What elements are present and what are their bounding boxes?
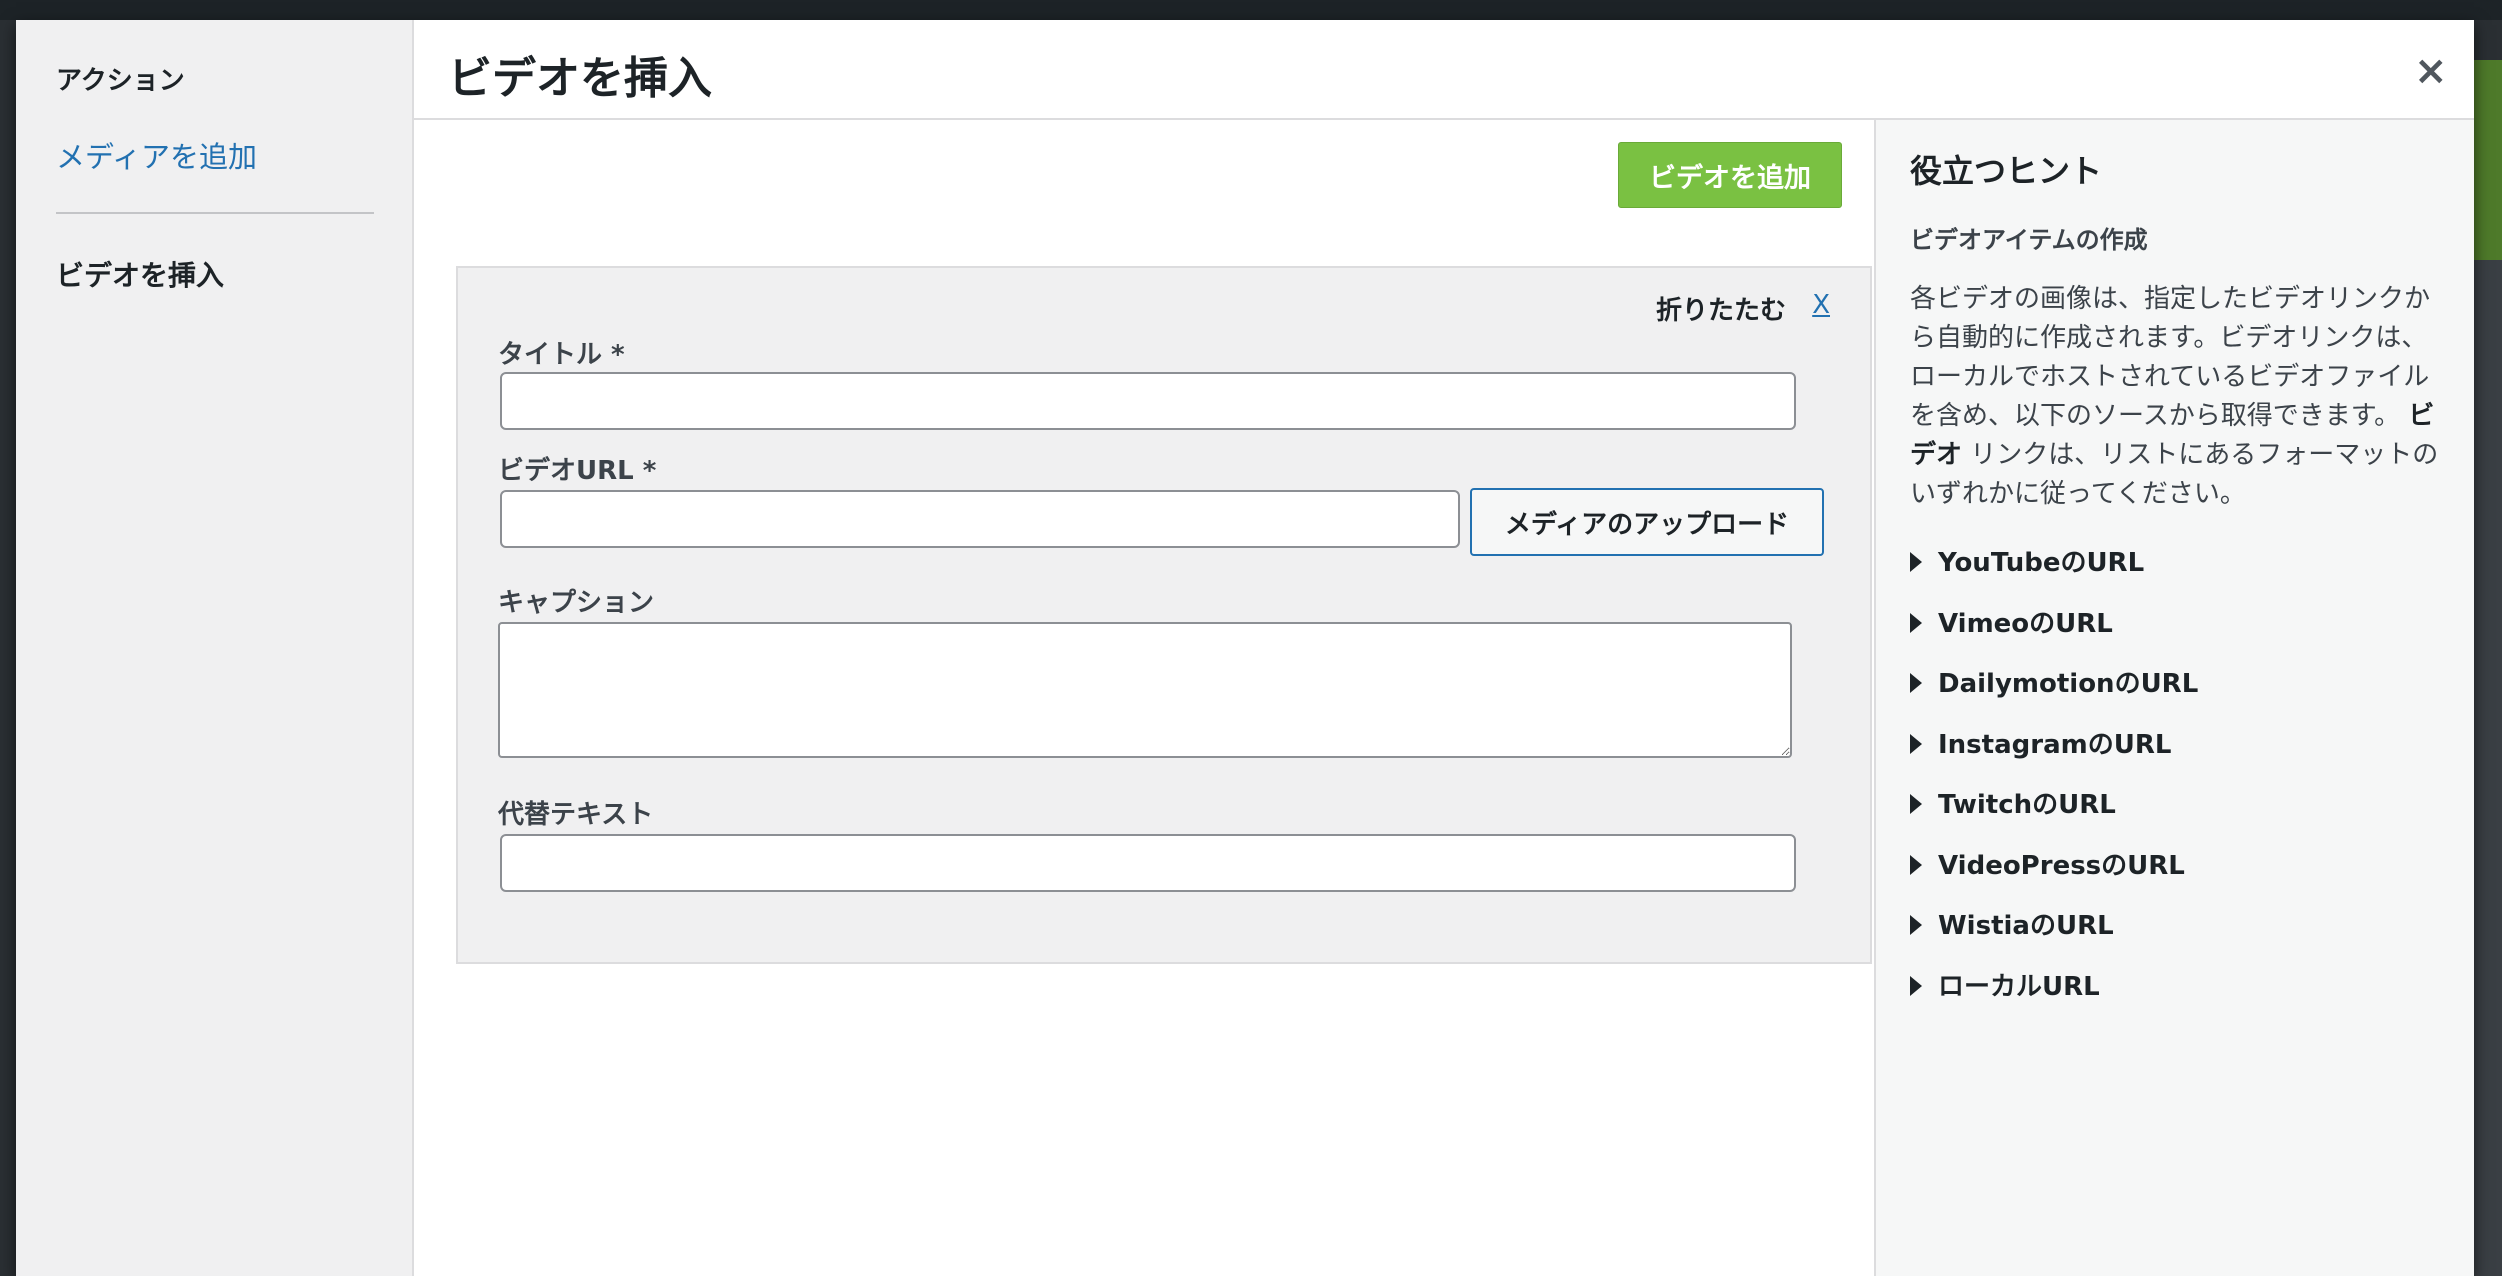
triangle-right-icon xyxy=(1910,673,1922,693)
admin-bar xyxy=(0,0,2502,20)
add-video-button[interactable]: ビデオを追加 xyxy=(1618,142,1842,208)
hints-description: 各ビデオの画像は、指定したビデオリンクから自動的に作成されます。ビデオリンクは、… xyxy=(1910,280,2440,514)
hint-item-label: TwitchのURL xyxy=(1938,790,2116,820)
insert-video-modal: アクション メディアを追加 ビデオを挿入 ビデオを挿入 × ビデオを追加 折りた… xyxy=(16,20,2474,1276)
menu-separator xyxy=(56,212,374,214)
close-icon[interactable]: × xyxy=(2408,48,2452,93)
hints-text-part2: リンクは、リストにあるフォーマットのいずれかに従ってください。 xyxy=(1910,440,2439,509)
triangle-right-icon xyxy=(1910,733,1922,754)
insert-video-menu-item[interactable]: ビデオを挿入 xyxy=(56,254,224,294)
hint-item-wistia[interactable]: WistiaのURL xyxy=(1910,905,2198,966)
alt-text-input[interactable] xyxy=(500,834,1796,892)
modal-sidebar: アクション メディアを追加 ビデオを挿入 xyxy=(16,20,414,1276)
upload-media-button[interactable]: メディアのアップロード xyxy=(1470,488,1824,556)
hint-item-label: VideoPressのURL xyxy=(1938,850,2185,881)
hint-item-videopress[interactable]: VideoPressのURL xyxy=(1910,845,2198,906)
triangle-right-icon xyxy=(1910,552,1922,572)
hints-subtitle: ビデオアイテムの作成 xyxy=(1910,226,2148,254)
url-format-list: YouTubeのURL VimeoのURL DailymotionのURL In… xyxy=(1910,542,2198,1026)
hints-sidebar: 役立つヒント ビデオアイテムの作成 各ビデオの画像は、指定したビデオリンクから自… xyxy=(1874,120,2474,1276)
add-media-link[interactable]: メディアを追加 xyxy=(56,134,257,176)
title-label: タイトル * xyxy=(498,340,625,370)
hint-item-local[interactable]: ローカルURL xyxy=(1910,966,2198,1027)
caption-label: キャプション xyxy=(498,588,655,618)
triangle-right-icon xyxy=(1910,612,1922,633)
modal-title: ビデオを挿入 xyxy=(448,53,712,104)
hints-text-part1: 各ビデオの画像は、指定したビデオリンクから自動的に作成されます。ビデオリンクは、… xyxy=(1910,284,2431,431)
triangle-right-icon xyxy=(1910,794,1922,814)
hint-item-twitch[interactable]: TwitchのURL xyxy=(1910,784,2198,845)
hint-item-label: WistiaのURL xyxy=(1938,911,2114,941)
hint-item-label: DailymotionのURL xyxy=(1938,669,2199,699)
background-accent xyxy=(2474,60,2502,260)
hints-title: 役立つヒント xyxy=(1910,152,2103,190)
background-panel xyxy=(2474,260,2502,1276)
hint-item-label: InstagramのURL xyxy=(1938,729,2172,760)
caption-textarea[interactable] xyxy=(498,622,1792,758)
collapse-toggle[interactable]: 折りたたむ xyxy=(1656,290,1786,327)
hint-item-youtube[interactable]: YouTubeのURL xyxy=(1910,542,2198,603)
modal-header: ビデオを挿入 × xyxy=(414,20,2474,120)
video-url-input[interactable] xyxy=(500,490,1460,548)
video-url-label: ビデオURL * xyxy=(498,456,657,486)
hint-item-label: VimeoのURL xyxy=(1938,608,2113,639)
hint-item-vimeo[interactable]: VimeoのURL xyxy=(1910,603,2198,664)
triangle-right-icon xyxy=(1910,975,1922,996)
hint-item-dailymotion[interactable]: DailymotionのURL xyxy=(1910,663,2198,724)
hint-item-label: YouTubeのURL xyxy=(1938,548,2145,578)
video-item-form: 折りたたむ X タイトル * ビデオURL * メディアのアップロード キャプシ… xyxy=(456,266,1872,964)
title-input[interactable] xyxy=(500,372,1796,430)
hint-item-instagram[interactable]: InstagramのURL xyxy=(1910,724,2198,785)
remove-item-link[interactable]: X xyxy=(1812,290,1830,320)
triangle-right-icon xyxy=(1910,854,1922,875)
actions-heading: アクション xyxy=(56,66,185,96)
alt-text-label: 代替テキスト xyxy=(498,800,654,830)
modal-content: ビデオを追加 折りたたむ X タイトル * ビデオURL * メディアのアップロ… xyxy=(414,120,1874,1276)
triangle-right-icon xyxy=(1910,915,1922,935)
hint-item-label: ローカルURL xyxy=(1938,971,2100,1002)
